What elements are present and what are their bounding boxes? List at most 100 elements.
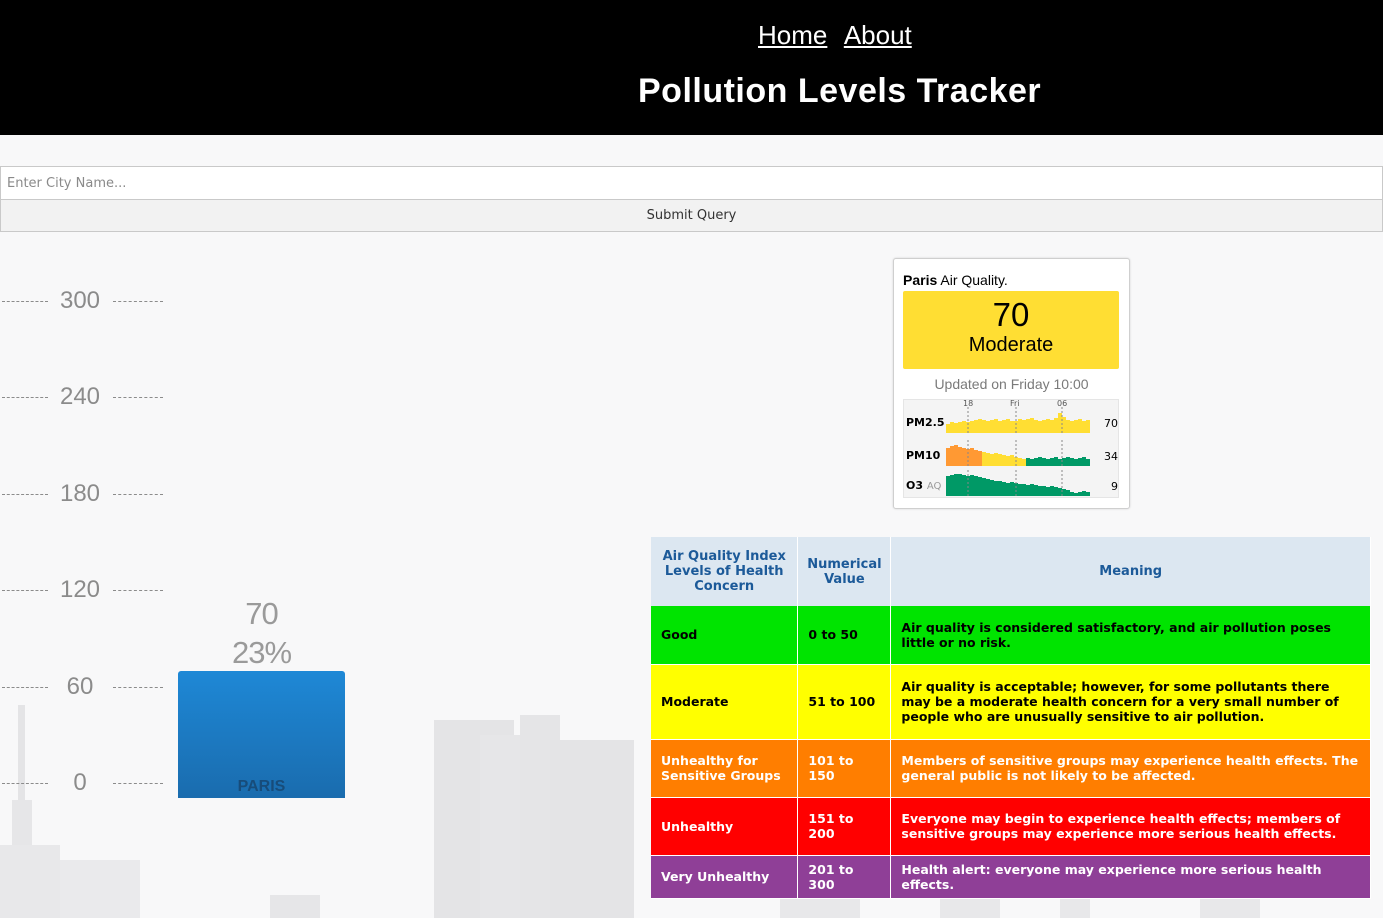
sparkline-bar: [1038, 457, 1042, 466]
sparkline-bar: [994, 481, 998, 496]
sparkline-bar: [1034, 458, 1038, 466]
pm25-sparkline: [946, 407, 1090, 433]
city-search-input[interactable]: [0, 166, 1383, 200]
sparkline-bar: [974, 450, 978, 466]
nav-about-link[interactable]: About: [844, 20, 912, 50]
submit-query-button[interactable]: Submit Query: [0, 199, 1383, 232]
range-cell: 201 to 300: [797, 855, 892, 899]
y-tick-label: 120: [59, 576, 101, 604]
level-cell: Moderate: [651, 664, 799, 740]
sparkline-bar: [978, 477, 982, 496]
level-cell: Unhealthy: [651, 797, 799, 856]
site-header: Home About Pollution Levels Tracker: [0, 0, 1383, 135]
sparkline-bar: [1026, 485, 1030, 496]
table-row: Very Unhealthy 201 to 300 Health alert: …: [651, 855, 1371, 899]
meaning-cell: Health alert: everyone may experience mo…: [890, 855, 1371, 899]
sparkline-bar: [998, 421, 1002, 433]
sparkline-bar: [1086, 459, 1090, 466]
sparkline-bar: [1030, 484, 1034, 496]
sparkline-bar: [1058, 488, 1062, 496]
sparkline-bar: [1058, 459, 1062, 466]
sparkline-bar: [1074, 493, 1078, 496]
sparkline-bar: [1078, 492, 1082, 496]
sparkline-bar: [1074, 420, 1078, 433]
pollutant-value: 34: [1104, 450, 1118, 463]
sparkline-bar: [1070, 492, 1074, 496]
pollutant-row-pm25: PM2.5 70: [904, 407, 1120, 435]
widget-city: Paris: [903, 272, 938, 288]
y-tick-label: 0: [73, 769, 87, 796]
pollutant-name-text: O3: [906, 479, 924, 492]
top-nav: Home About: [758, 20, 924, 51]
sparkline-bar: [970, 421, 974, 433]
sparkline-bar: [1010, 482, 1014, 496]
sparkline-bar: [1030, 418, 1034, 433]
sparkline-bar: [1050, 420, 1054, 433]
sparkline-bar: [1074, 459, 1078, 466]
sparkline-bar: [954, 474, 958, 496]
y-tick-label: 60: [66, 672, 94, 700]
sparkline-bar: [1062, 417, 1066, 433]
sparkline-bar: [982, 420, 986, 433]
table-row: Good 0 to 50 Air quality is considered s…: [651, 606, 1371, 665]
aqi-widget[interactable]: Paris Air Quality. 70 Moderate Updated o…: [893, 258, 1130, 509]
bar-percent-label: 23%: [231, 634, 292, 670]
sparkline-bar: [1058, 413, 1062, 433]
sparkline-bar: [1062, 458, 1066, 466]
sparkline-bar: [1042, 486, 1046, 496]
sparkline-bar: [1046, 459, 1050, 466]
table-row: Moderate 51 to 100 Air quality is accept…: [651, 664, 1371, 740]
sparkline-bar: [1082, 491, 1086, 496]
range-cell: 51 to 100: [797, 664, 892, 740]
aqi-level-box: 70 Moderate: [903, 291, 1119, 369]
pollutant-name: O3 AQ: [906, 479, 941, 492]
sparkline-bar: [1086, 420, 1090, 433]
sparkline-bar: [1034, 420, 1038, 433]
sparkline-bar: [994, 453, 998, 466]
sparkline-bar: [1006, 419, 1010, 433]
sparkline-bar: [1042, 458, 1046, 466]
sparkline-bar: [1030, 459, 1034, 466]
submit-query-label: Submit Query: [646, 208, 737, 223]
sparkline-bar: [1018, 484, 1022, 496]
pollutant-row-o3: O3 AQ 9: [904, 470, 1120, 498]
column-header-level: Air Quality Index Levels of Health Conce…: [651, 537, 799, 606]
sparkline-bar: [1046, 487, 1050, 496]
column-header-meaning: Meaning: [890, 537, 1371, 606]
aqi-value: 70: [992, 296, 1030, 333]
meaning-cell: Air quality is acceptable; however, for …: [890, 664, 1371, 740]
y-tick-label: 300: [59, 287, 101, 314]
sparkline-bar: [1066, 490, 1070, 496]
table-row: Unhealthy for Sensitive Groups 101 to 15…: [651, 739, 1371, 798]
y-tick-label: 180: [59, 479, 101, 507]
sparkline-bar: [970, 448, 974, 466]
pollutant-row-pm10: PM10 34: [904, 440, 1120, 468]
sparkline-bar: [1082, 457, 1086, 466]
sparkline-bar: [1078, 419, 1082, 433]
nav-home-link[interactable]: Home: [758, 20, 827, 50]
sparkline-bar: [1038, 421, 1042, 433]
sparkline-bar: [1082, 421, 1086, 433]
sparkline-bar: [1010, 455, 1014, 466]
sparkline-bar: [990, 420, 994, 433]
sparkline-bar: [1054, 457, 1058, 466]
y-gridline: [113, 686, 163, 688]
bar-value-label: 70: [245, 595, 278, 631]
sparkline-bar: [1062, 489, 1066, 496]
sparkline-bar: [950, 475, 954, 496]
sparkline-bar: [1026, 458, 1030, 466]
sparkline-bar: [962, 475, 966, 496]
y-gridline: [113, 493, 163, 495]
y-tick-label: 240: [59, 383, 101, 411]
sparkline-bar: [1070, 458, 1074, 466]
sparkline-bar: [1038, 486, 1042, 496]
sparkline-bar: [1042, 420, 1046, 433]
sparkline-bar: [982, 478, 986, 496]
y-gridline: [113, 590, 163, 592]
sparkline-bar: [954, 445, 958, 466]
sparkline-bar: [1050, 486, 1054, 496]
sparkline-bar: [986, 453, 990, 466]
sparkline-bar: [994, 419, 998, 433]
sparkline-bar: [1066, 420, 1070, 433]
sparkline-bar: [1026, 419, 1030, 433]
